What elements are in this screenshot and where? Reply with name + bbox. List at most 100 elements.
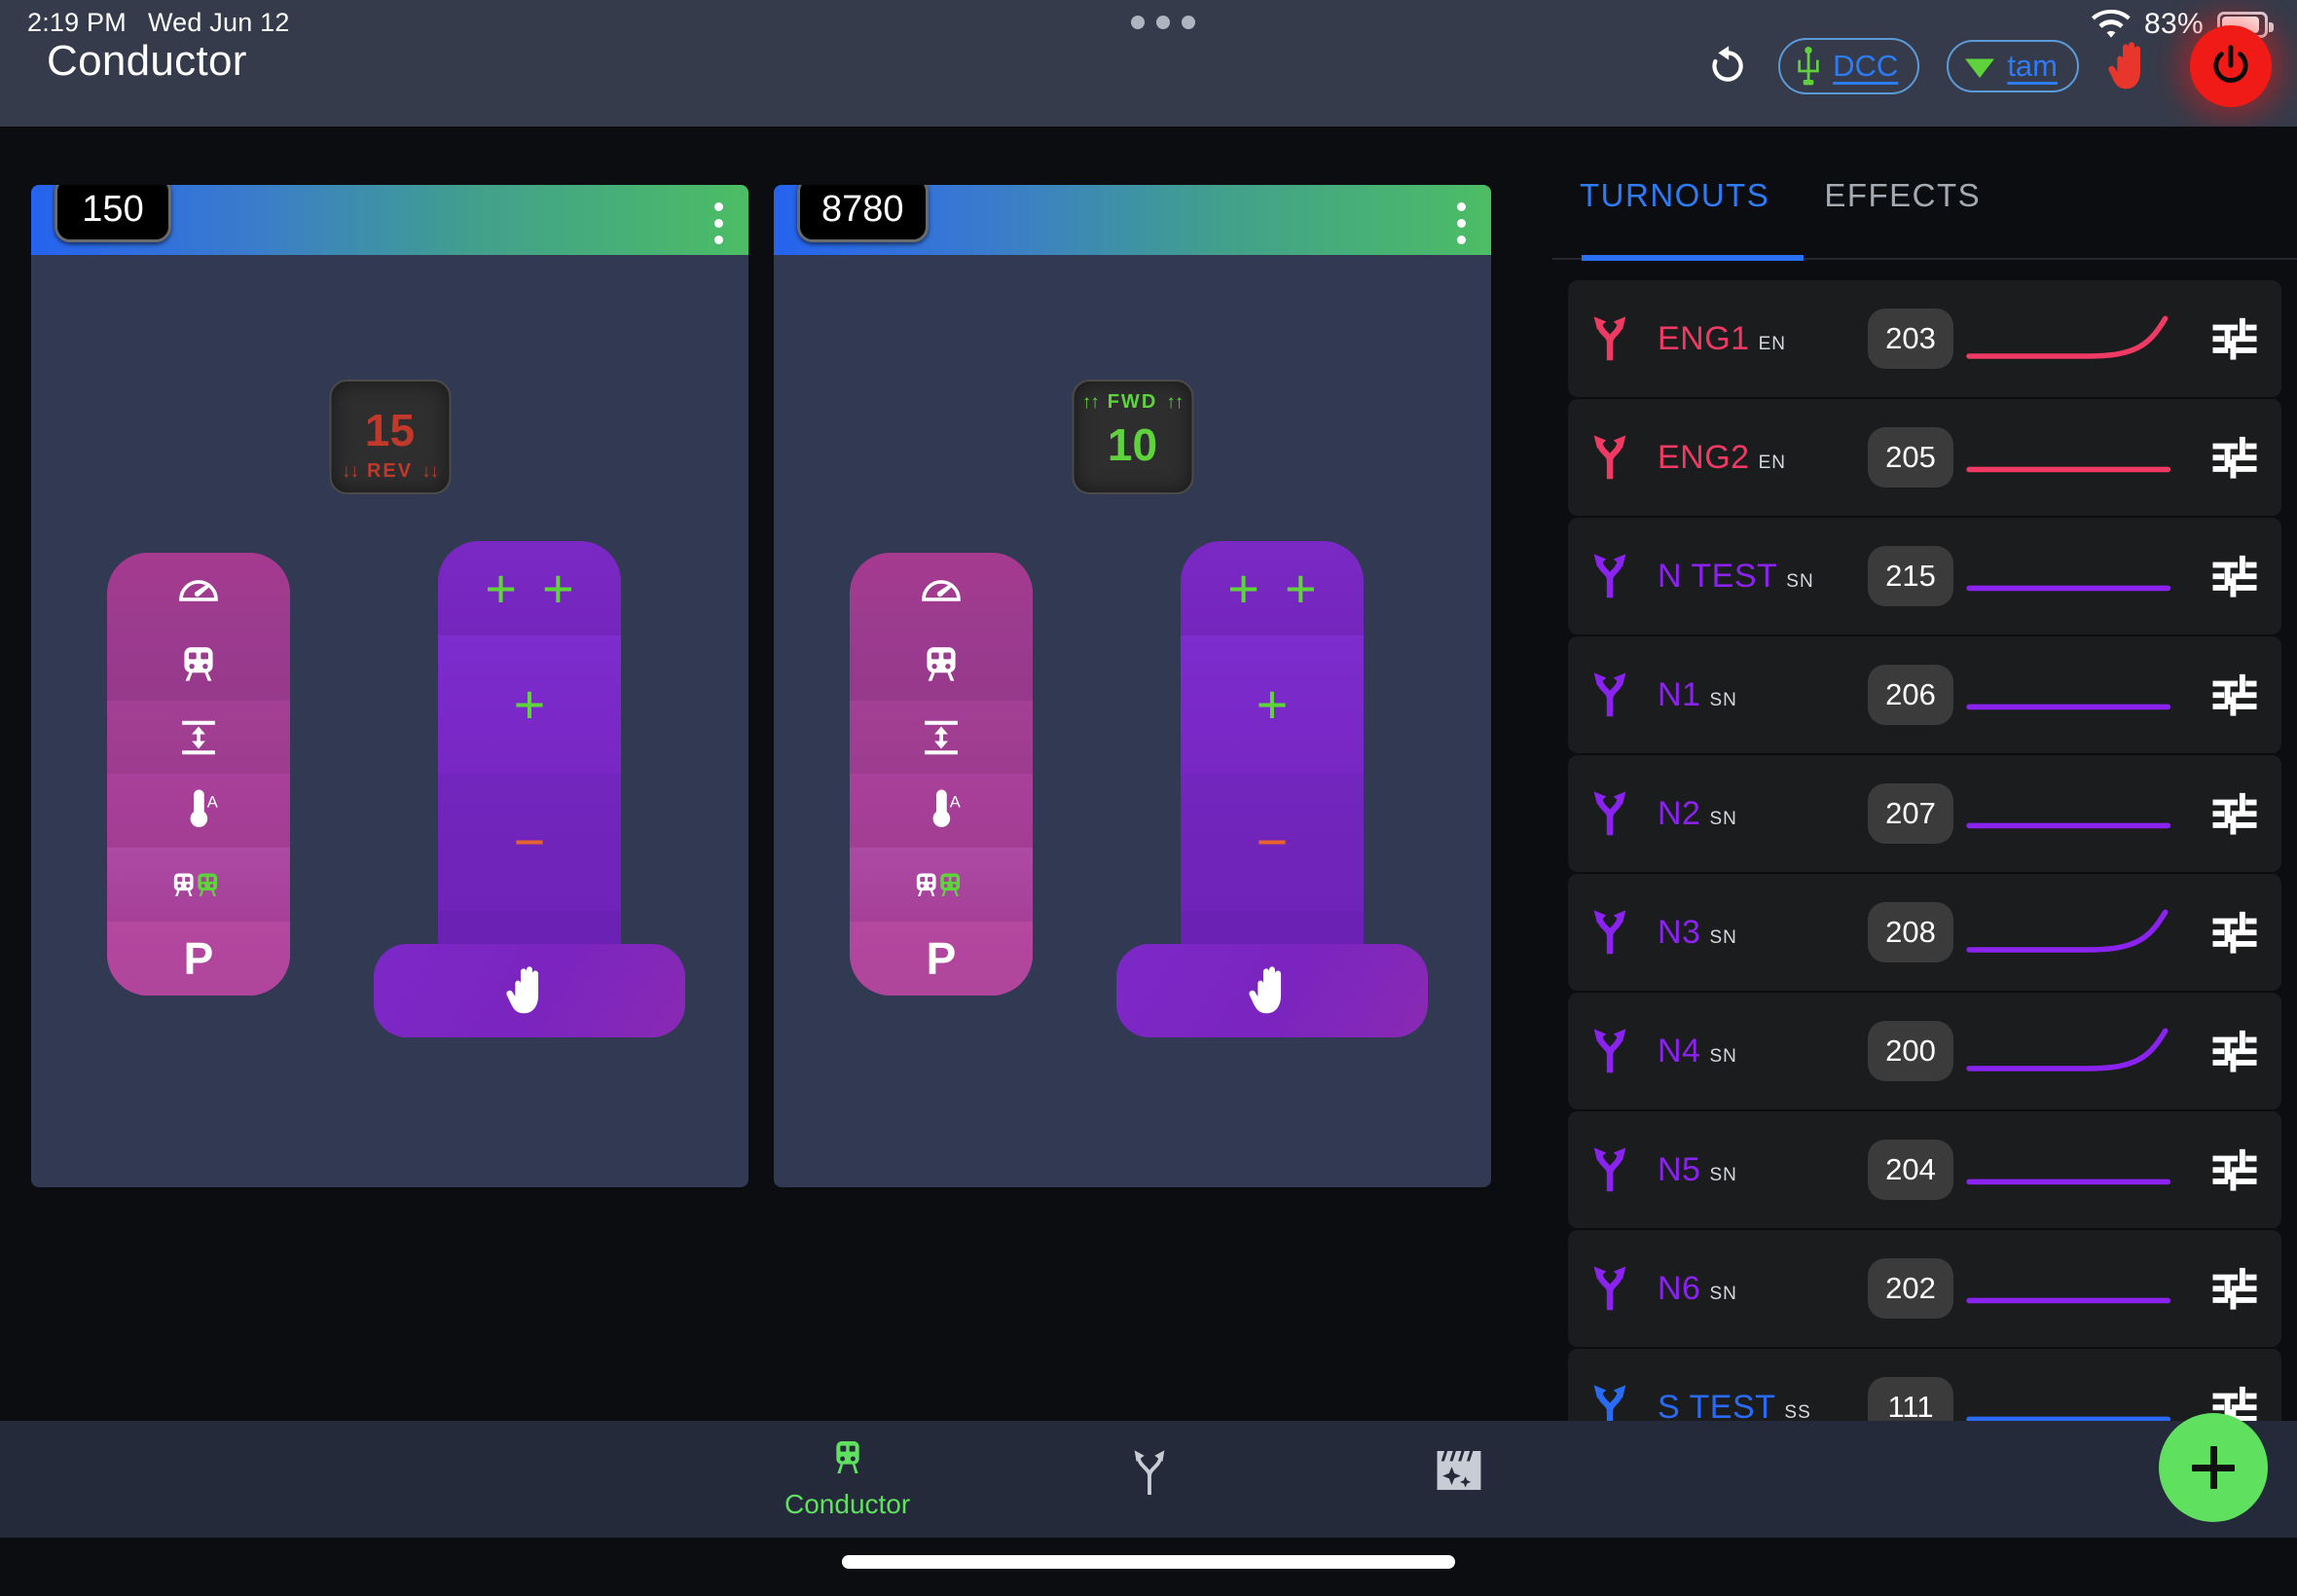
sliders-icon[interactable] <box>2188 431 2281 484</box>
turnout-state-indicator[interactable] <box>1953 1023 2188 1079</box>
turnout-list[interactable]: ENG1EN203ENG2EN205N TESTSN215N1SN206N2SN… <box>1552 280 2297 1421</box>
sliders-icon[interactable] <box>2188 787 2281 840</box>
sliders-icon[interactable] <box>2188 669 2281 721</box>
turnout-fork-icon[interactable] <box>1568 1026 1652 1076</box>
turnout-row[interactable]: N3SN208 <box>1568 874 2281 991</box>
turnout-row[interactable]: N4SN200 <box>1568 993 2281 1109</box>
function-button-thermometer[interactable]: A <box>107 774 290 848</box>
turnout-fork-icon[interactable] <box>1568 1382 1652 1421</box>
throttle-1-speed-display[interactable]: 15 ↓↓ REV ↓↓ <box>329 380 451 494</box>
function-button-height[interactable] <box>107 701 290 775</box>
throttle-1-speed-down[interactable]: − <box>438 774 621 911</box>
turnout-state-indicator[interactable] <box>1953 1260 2188 1317</box>
function-button-parking[interactable]: P <box>850 922 1033 996</box>
turnout-name-group: N2SN <box>1652 795 1868 833</box>
throttle-1-menu-icon[interactable] <box>714 202 723 244</box>
turnout-row[interactable]: ENG1EN203 <box>1568 280 2281 397</box>
throttle-2-speed-display[interactable]: ↑↑ FWD ↑↑ 10 <box>1072 380 1193 494</box>
plus-glyph: + <box>1257 688 1289 721</box>
function-button-consist[interactable] <box>850 848 1033 922</box>
turnout-fork-icon[interactable] <box>1568 313 1652 364</box>
turnout-fork-icon[interactable] <box>1568 670 1652 720</box>
turnout-state-indicator[interactable] <box>1953 429 2188 486</box>
turnout-address-badge[interactable]: 204 <box>1868 1140 1953 1200</box>
turnout-address-badge[interactable]: 208 <box>1868 902 1953 962</box>
turnout-address-badge[interactable]: 206 <box>1868 665 1953 725</box>
throttle-2-menu-icon[interactable] <box>1457 202 1466 244</box>
turnout-row[interactable]: ENG2EN205 <box>1568 399 2281 516</box>
throttle-2-stop-button[interactable] <box>1116 944 1428 1037</box>
sliders-icon[interactable] <box>2188 1262 2281 1315</box>
turnout-state-indicator[interactable] <box>1953 904 2188 961</box>
turnout-fork-icon[interactable] <box>1568 432 1652 483</box>
turnout-state-indicator[interactable] <box>1953 785 2188 842</box>
turnout-suffix: SS <box>1784 1402 1810 1422</box>
function-button-speedometer[interactable] <box>850 553 1033 627</box>
turnout-fork-icon[interactable] <box>1568 1144 1652 1195</box>
turnout-row[interactable]: N TESTSN215 <box>1568 518 2281 635</box>
dcc-connection-chip[interactable]: DCC <box>1778 38 1919 94</box>
turnout-address-badge[interactable]: 207 <box>1868 783 1953 844</box>
throttle-2-speed-up-fast[interactable]: + + <box>1181 541 1364 635</box>
throttle-1-stop-button[interactable] <box>374 944 685 1037</box>
turnout-row[interactable]: N5SN204 <box>1568 1111 2281 1228</box>
throttle-2-speed-down[interactable]: − <box>1181 774 1364 911</box>
nav-tab-conductor[interactable]: Conductor <box>784 1438 910 1520</box>
turnout-fork-icon[interactable] <box>1568 907 1652 958</box>
sliders-icon[interactable] <box>2188 1143 2281 1196</box>
thermometer-a-icon: A <box>174 788 223 833</box>
turnout-state-indicator[interactable] <box>1953 1142 2188 1198</box>
function-button-consist[interactable] <box>107 848 290 922</box>
function-button-train[interactable] <box>107 627 290 701</box>
turnout-row[interactable]: N6SN202 <box>1568 1230 2281 1347</box>
function-parking-label: P <box>184 932 214 985</box>
throttle-1-speed-up-fast[interactable]: + + <box>438 541 621 635</box>
turnout-address-badge[interactable]: 215 <box>1868 546 1953 606</box>
power-button[interactable] <box>2190 25 2272 107</box>
right-panel-tabs: TURNOUTS EFFECTS <box>1552 173 2297 241</box>
function-button-train[interactable] <box>850 627 1033 701</box>
turnout-suffix: SN <box>1709 927 1736 949</box>
throttle-2-direction: ↑↑ FWD ↑↑ <box>1082 391 1184 414</box>
turnout-state-indicator[interactable] <box>1953 310 2188 367</box>
sliders-icon[interactable] <box>2188 550 2281 602</box>
turnout-state-indicator[interactable] <box>1953 548 2188 604</box>
turnout-row[interactable]: N2SN207 <box>1568 755 2281 872</box>
tab-effects[interactable]: EFFECTS <box>1797 173 2008 214</box>
sliders-icon[interactable] <box>2188 1025 2281 1077</box>
function-button-parking[interactable]: P <box>107 922 290 996</box>
turnout-row[interactable]: S TESTSS111 <box>1568 1349 2281 1421</box>
turnout-address-badge[interactable]: 111 <box>1868 1377 1953 1421</box>
add-button[interactable] <box>2159 1413 2268 1522</box>
turnout-row[interactable]: N1SN206 <box>1568 636 2281 753</box>
function-button-thermometer[interactable]: A <box>850 774 1033 848</box>
sliders-icon[interactable] <box>2188 312 2281 365</box>
throttle-1-speed-up[interactable]: + <box>438 635 621 773</box>
turnout-suffix: SN <box>1709 1046 1736 1068</box>
turnout-address-badge[interactable]: 202 <box>1868 1258 1953 1319</box>
refresh-rotate-icon[interactable] <box>1704 43 1751 90</box>
turnout-fork-icon[interactable] <box>1568 1263 1652 1314</box>
hand-stop-icon[interactable] <box>2106 39 2157 93</box>
nav-tab-effects[interactable] <box>1433 1446 1485 1495</box>
window-grabber-dots-icon[interactable] <box>1131 16 1195 29</box>
sliders-icon[interactable] <box>2188 906 2281 959</box>
throttle-1-address[interactable]: 150 <box>55 185 171 242</box>
turnout-fork-icon[interactable] <box>1568 551 1652 601</box>
turnout-address-badge[interactable]: 205 <box>1868 427 1953 488</box>
turnout-address-badge[interactable]: 200 <box>1868 1021 1953 1081</box>
turnout-suffix: SN <box>1709 690 1736 711</box>
tam-connection-chip[interactable]: tam <box>1947 40 2079 92</box>
turnout-address-badge[interactable]: 203 <box>1868 308 1953 369</box>
turnout-state-indicator[interactable] <box>1953 667 2188 723</box>
throttle-2-address[interactable]: 8780 <box>797 185 929 242</box>
turnout-state-indicator[interactable] <box>1953 1379 2188 1421</box>
tab-turnouts[interactable]: TURNOUTS <box>1552 173 1797 214</box>
function-button-speedometer[interactable] <box>107 553 290 627</box>
function-button-height[interactable] <box>850 701 1033 775</box>
throttle-1-direction: ↓↓ REV ↓↓ <box>342 460 438 483</box>
nav-tab-turnouts[interactable] <box>1127 1446 1172 1499</box>
turnout-fork-icon[interactable] <box>1568 788 1652 839</box>
throttle-2-speed-up[interactable]: + <box>1181 635 1364 773</box>
home-indicator[interactable] <box>842 1555 1455 1569</box>
